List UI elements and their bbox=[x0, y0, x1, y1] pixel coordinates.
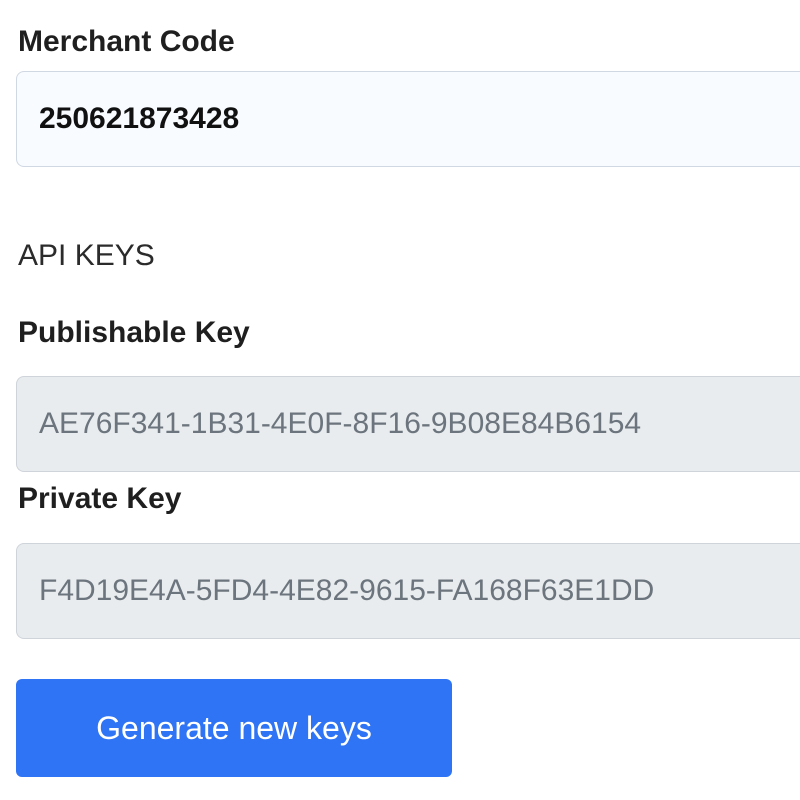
publishable-key-field[interactable]: AE76F341-1B31-4E0F-8F16-9B08E84B6154 bbox=[16, 376, 800, 472]
api-settings-panel: Merchant Code 250621873428 API KEYS Publ… bbox=[0, 0, 800, 800]
api-keys-heading: API KEYS bbox=[18, 239, 155, 272]
private-key-label: Private Key bbox=[18, 482, 182, 515]
publishable-key-value: AE76F341-1B31-4E0F-8F16-9B08E84B6154 bbox=[39, 407, 642, 440]
merchant-code-value: 250621873428 bbox=[39, 102, 240, 135]
private-key-value: F4D19E4A-5FD4-4E82-9615-FA168F63E1DD bbox=[39, 574, 655, 607]
generate-new-keys-button[interactable]: Generate new keys bbox=[16, 679, 452, 777]
publishable-key-label: Publishable Key bbox=[18, 316, 250, 349]
private-key-field[interactable]: F4D19E4A-5FD4-4E82-9615-FA168F63E1DD bbox=[16, 543, 800, 639]
merchant-code-field[interactable]: 250621873428 bbox=[16, 71, 800, 167]
merchant-code-label: Merchant Code bbox=[18, 25, 235, 58]
